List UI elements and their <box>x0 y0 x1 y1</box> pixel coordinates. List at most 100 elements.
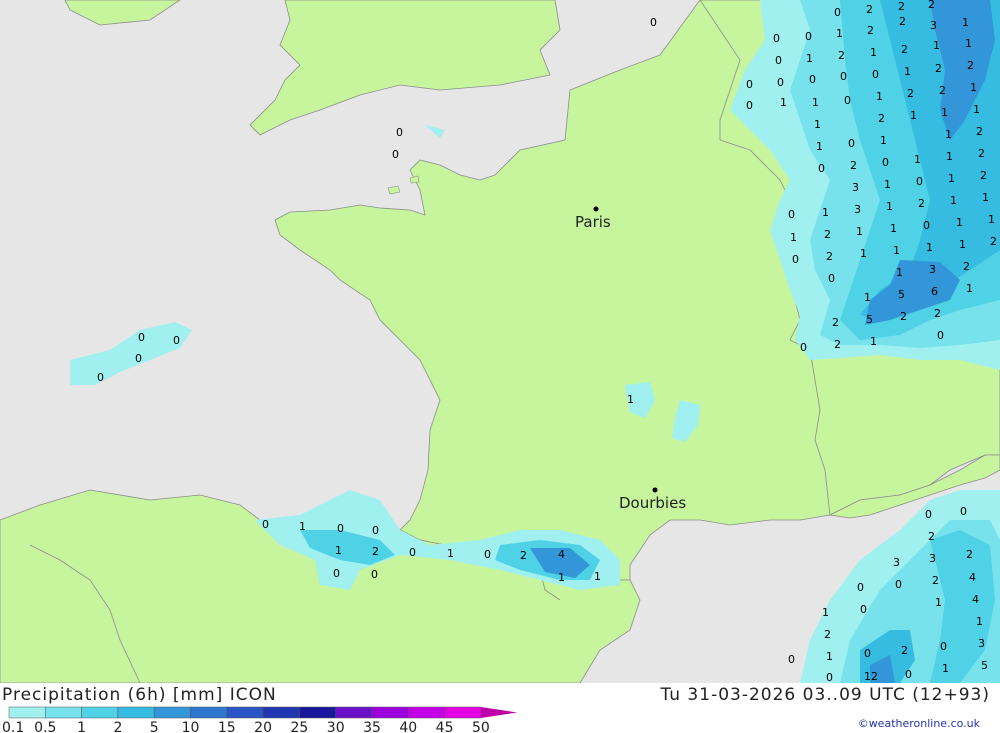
precip-value: 2 <box>899 15 906 28</box>
precip-value: 1 <box>335 544 342 557</box>
precip-value: 1 <box>886 200 893 213</box>
precip-value: 1 <box>896 266 903 279</box>
precip-value: 0 <box>777 76 784 89</box>
map-footer: Precipitation (6h) [mm] ICON Tu 31-03-20… <box>0 683 1000 733</box>
precip-value: 1 <box>976 615 983 628</box>
precip-value: 2 <box>867 24 874 37</box>
legend-color-box <box>81 706 119 719</box>
precip-value: 2 <box>826 250 833 263</box>
precip-value: 2 <box>967 59 974 72</box>
legend-label: 0.1 <box>2 720 24 733</box>
precip-value: 2 <box>934 307 941 320</box>
legend-color-box <box>226 706 264 719</box>
precip-value: 2 <box>939 84 946 97</box>
precip-value: 1 <box>870 335 877 348</box>
precip-value: 0 <box>864 647 871 660</box>
precip-value: 1 <box>299 520 306 533</box>
precip-value: 2 <box>990 235 997 248</box>
precip-value: 1 <box>914 153 921 166</box>
precip-value: 5 <box>981 659 988 672</box>
precip-value: 1 <box>812 96 819 109</box>
precip-value: 1 <box>594 570 601 583</box>
precip-value: 1 <box>965 37 972 50</box>
precip-value: 1 <box>962 16 969 29</box>
precip-value: 2 <box>834 338 841 351</box>
precip-value: 1 <box>945 128 952 141</box>
legend-color-box <box>190 706 228 719</box>
legend-color-box <box>408 706 445 719</box>
precip-value: 4 <box>558 548 565 561</box>
precip-value: 2 <box>832 316 839 329</box>
precip-value: 0 <box>895 578 902 591</box>
precip-value: 1 <box>558 571 565 584</box>
legend-color-arrow <box>480 707 518 718</box>
legend-label: 45 <box>436 720 454 733</box>
precip-value: 0 <box>857 581 864 594</box>
precip-value: 0 <box>773 32 780 45</box>
precip-value: 1 <box>864 291 871 304</box>
precip-value: 2 <box>850 159 857 172</box>
precip-value: 2 <box>824 228 831 241</box>
precipitation-map: 0 0 0 0 0 0 0 1 0 1 0 0 1 2 0 1 0 2 4 0 … <box>0 0 1000 683</box>
precip-value: 0 <box>805 30 812 43</box>
precip-value: 1 <box>970 81 977 94</box>
precip-value: 1 <box>860 247 867 260</box>
legend-label: 20 <box>254 720 272 733</box>
precip-value: 5 <box>898 288 905 301</box>
precip-value: 2 <box>900 310 907 323</box>
legend-label: 40 <box>399 720 417 733</box>
precip-value: 0 <box>925 508 932 521</box>
precip-value: 1 <box>836 27 843 40</box>
city-label: Paris <box>575 213 611 231</box>
weather-map-view: 0 0 0 0 0 0 0 1 0 1 0 0 1 2 0 1 0 2 4 0 … <box>0 0 1000 733</box>
precip-value: 1 <box>627 393 634 406</box>
precip-value: 2 <box>878 112 885 125</box>
precip-value: 1 <box>822 606 829 619</box>
precip-value: 1 <box>447 547 454 560</box>
legend-color-box <box>262 706 300 719</box>
precip-value: 0 <box>860 603 867 616</box>
precip-value: 2 <box>976 125 983 138</box>
legend-color-box <box>444 706 482 719</box>
precip-value: 6 <box>931 285 938 298</box>
precip-value: 3 <box>929 263 936 276</box>
precip-value: 2 <box>928 530 935 543</box>
precip-value: 0 <box>834 6 841 19</box>
legend-color-box <box>299 706 336 719</box>
precip-value: 5 <box>866 313 873 326</box>
precip-value: 0 <box>775 54 782 67</box>
precip-value: 1 <box>956 216 963 229</box>
precip-value: 0 <box>937 329 944 342</box>
precip-value: 1 <box>946 150 953 163</box>
precip-value: 0 <box>923 219 930 232</box>
precip-value: 0 <box>882 156 889 169</box>
precip-value: 2 <box>838 49 845 62</box>
precip-value: 3 <box>930 19 937 32</box>
forecast-datetime: Tu 31-03-2026 03..09 UTC (12+93) <box>660 685 990 705</box>
precip-value: 0 <box>809 73 816 86</box>
precip-value: 1 <box>988 213 995 226</box>
precip-value: 3 <box>978 637 985 650</box>
legend-color-box <box>45 706 82 719</box>
precip-value: 4 <box>972 593 979 606</box>
precip-value: 1 <box>806 52 813 65</box>
precip-value: 1 <box>880 134 887 147</box>
precip-value: 2 <box>907 87 914 100</box>
city-marker <box>652 487 658 493</box>
precip-value: 2 <box>372 545 379 558</box>
precip-value: 1 <box>826 650 833 663</box>
precip-value: 0 <box>848 137 855 150</box>
precip-value: 1 <box>982 191 989 204</box>
precip-value: 0 <box>746 99 753 112</box>
precip-value: 2 <box>898 0 905 13</box>
precip-value: 0 <box>916 175 923 188</box>
precip-value: 1 <box>870 46 877 59</box>
precip-value: 0 <box>392 148 399 161</box>
legend-color-box <box>117 706 155 719</box>
precip-value: 0 <box>828 272 835 285</box>
legend-color-box <box>371 706 409 719</box>
precip-value: 1 <box>933 39 940 52</box>
precip-value: 1 <box>948 172 955 185</box>
credit-text: ©weatheronline.co.uk <box>857 717 980 730</box>
precip-value: 3 <box>854 203 861 216</box>
